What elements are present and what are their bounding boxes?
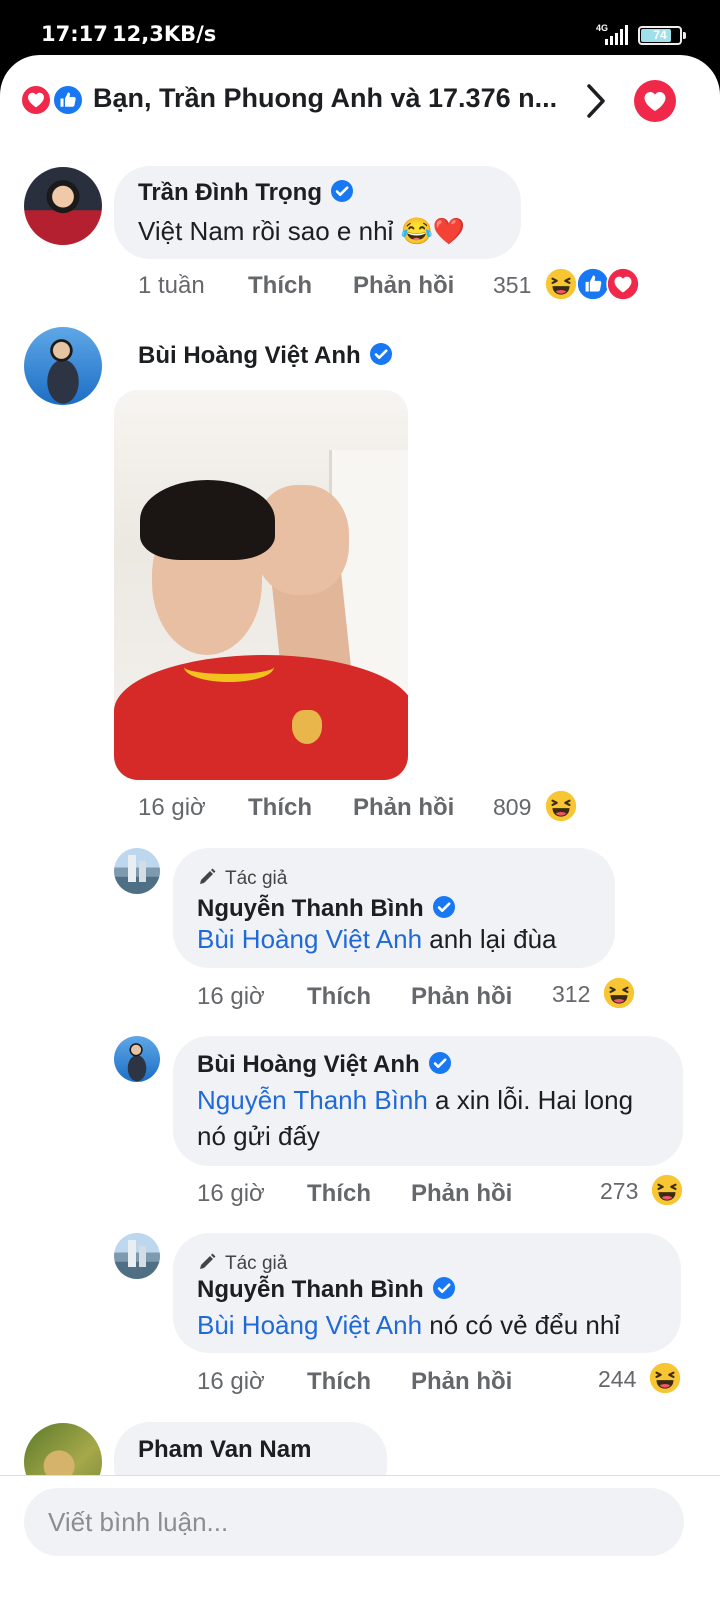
commenter-name[interactable]: Bùi Hoàng Việt Anh bbox=[138, 342, 393, 370]
reply-button[interactable]: Phản hồi bbox=[411, 983, 512, 1011]
comment-text: Bùi Hoàng Việt Anh nó có vẻ đểu nhỉ bbox=[197, 1310, 621, 1340]
haha-reaction-icon bbox=[648, 1361, 682, 1395]
avatar[interactable] bbox=[114, 1036, 160, 1082]
chevron-right-icon[interactable] bbox=[583, 82, 609, 120]
avatar[interactable] bbox=[114, 1233, 160, 1279]
mention-link[interactable]: Bùi Hoàng Việt Anh bbox=[197, 1310, 422, 1340]
photo-hair bbox=[140, 480, 275, 560]
comment-text: Bùi Hoàng Việt Anh anh lại đùa bbox=[197, 924, 557, 954]
comment-text: Nguyễn Thanh Bình a xin lỗi. Hai long nó… bbox=[197, 1085, 634, 1151]
battery-percent: 74 bbox=[653, 28, 667, 42]
verified-badge-icon bbox=[432, 1276, 456, 1300]
reactions-header[interactable]: Bạn, Trần Phuong Anh và 17.376 n... bbox=[0, 55, 720, 147]
pencil-icon bbox=[200, 1253, 216, 1269]
commenter-name[interactable]: Nguyễn Thanh Bình bbox=[197, 1276, 456, 1304]
avatar[interactable] bbox=[24, 327, 102, 405]
comment-meta: 16 giờ bbox=[138, 794, 206, 822]
commenter-name[interactable]: Nguyễn Thanh Bình bbox=[197, 895, 456, 923]
reaction-count[interactable]: 809 bbox=[493, 794, 531, 821]
comment-composer bbox=[0, 1475, 720, 1600]
commenter-name[interactable]: Trần Đình Trọng bbox=[138, 179, 354, 207]
avatar[interactable] bbox=[114, 848, 160, 894]
like-reaction-icon bbox=[576, 267, 610, 301]
love-reaction-icon bbox=[20, 84, 52, 116]
avatar[interactable] bbox=[24, 167, 102, 245]
comment-meta: 16 giờ bbox=[197, 1180, 265, 1208]
reply-button[interactable]: Phản hồi bbox=[353, 794, 454, 822]
like-button[interactable]: Thích bbox=[248, 794, 312, 822]
status-time: 17:17 bbox=[41, 22, 108, 46]
comments-sheet: Bạn, Trần Phuong Anh và 17.376 n... Trần… bbox=[0, 55, 720, 1600]
author-tag: Tác giả bbox=[197, 1252, 287, 1275]
comment-text: Việt Nam rồi sao e nhỉ 😂❤️ bbox=[138, 216, 466, 246]
love-reaction-icon bbox=[606, 267, 640, 301]
mention-link[interactable]: Bùi Hoàng Việt Anh bbox=[197, 924, 422, 954]
haha-reaction-icon bbox=[650, 1173, 684, 1207]
comment-time: 16 giờ bbox=[138, 794, 206, 821]
reply-button[interactable]: Phản hồi bbox=[411, 1180, 512, 1208]
pencil-icon bbox=[200, 868, 216, 884]
comment-time: 16 giờ bbox=[197, 983, 265, 1010]
like-button[interactable]: Thích bbox=[307, 1180, 371, 1208]
comment-meta: 1 tuần bbox=[138, 272, 205, 300]
battery-tip bbox=[683, 32, 686, 39]
author-tag: Tác giả bbox=[197, 867, 287, 890]
status-bar: 17:17 12,3KB/s 4G 74 bbox=[0, 0, 720, 60]
network-speed: 12,3KB/s bbox=[112, 22, 217, 46]
photo-collar bbox=[184, 652, 274, 682]
haha-reaction-icon bbox=[544, 789, 578, 823]
haha-reaction-icon bbox=[602, 976, 636, 1010]
verified-badge-icon bbox=[369, 342, 393, 366]
haha-reaction-icon bbox=[544, 267, 578, 301]
comment-meta: 16 giờ bbox=[197, 983, 265, 1011]
comment-time: 1 tuần bbox=[138, 272, 205, 299]
commenter-name[interactable]: Pham Van Nam bbox=[138, 1436, 311, 1464]
comment-time: 16 giờ bbox=[197, 1180, 265, 1207]
comment-time: 16 giờ bbox=[197, 1368, 265, 1395]
like-reaction-icon bbox=[52, 84, 84, 116]
verified-badge-icon bbox=[428, 1051, 452, 1075]
reaction-count[interactable]: 312 bbox=[552, 981, 590, 1008]
comment-meta: 16 giờ bbox=[197, 1368, 265, 1396]
like-button[interactable]: Thích bbox=[248, 272, 312, 300]
like-button[interactable]: Thích bbox=[307, 983, 371, 1011]
heart-icon bbox=[644, 91, 666, 111]
battery-icon: 74 bbox=[638, 26, 682, 45]
photo-badge bbox=[292, 710, 322, 744]
reaction-count[interactable]: 244 bbox=[598, 1366, 636, 1393]
love-reaction-button[interactable] bbox=[634, 80, 676, 122]
reactions-summary[interactable]: Bạn, Trần Phuong Anh và 17.376 n... bbox=[93, 83, 573, 114]
like-button[interactable]: Thích bbox=[307, 1368, 371, 1396]
reply-button[interactable]: Phản hồi bbox=[411, 1368, 512, 1396]
verified-badge-icon bbox=[432, 895, 456, 919]
mention-link[interactable]: Nguyễn Thanh Bình bbox=[197, 1085, 428, 1115]
comment-input[interactable] bbox=[24, 1488, 684, 1556]
comment-photo[interactable] bbox=[114, 390, 408, 780]
commenter-name[interactable]: Bùi Hoàng Việt Anh bbox=[197, 1051, 452, 1079]
reaction-count[interactable]: 351 bbox=[493, 272, 531, 299]
signal-icon bbox=[605, 25, 628, 45]
verified-badge-icon bbox=[330, 179, 354, 203]
reply-button[interactable]: Phản hồi bbox=[353, 272, 454, 300]
reaction-count[interactable]: 273 bbox=[600, 1178, 638, 1205]
